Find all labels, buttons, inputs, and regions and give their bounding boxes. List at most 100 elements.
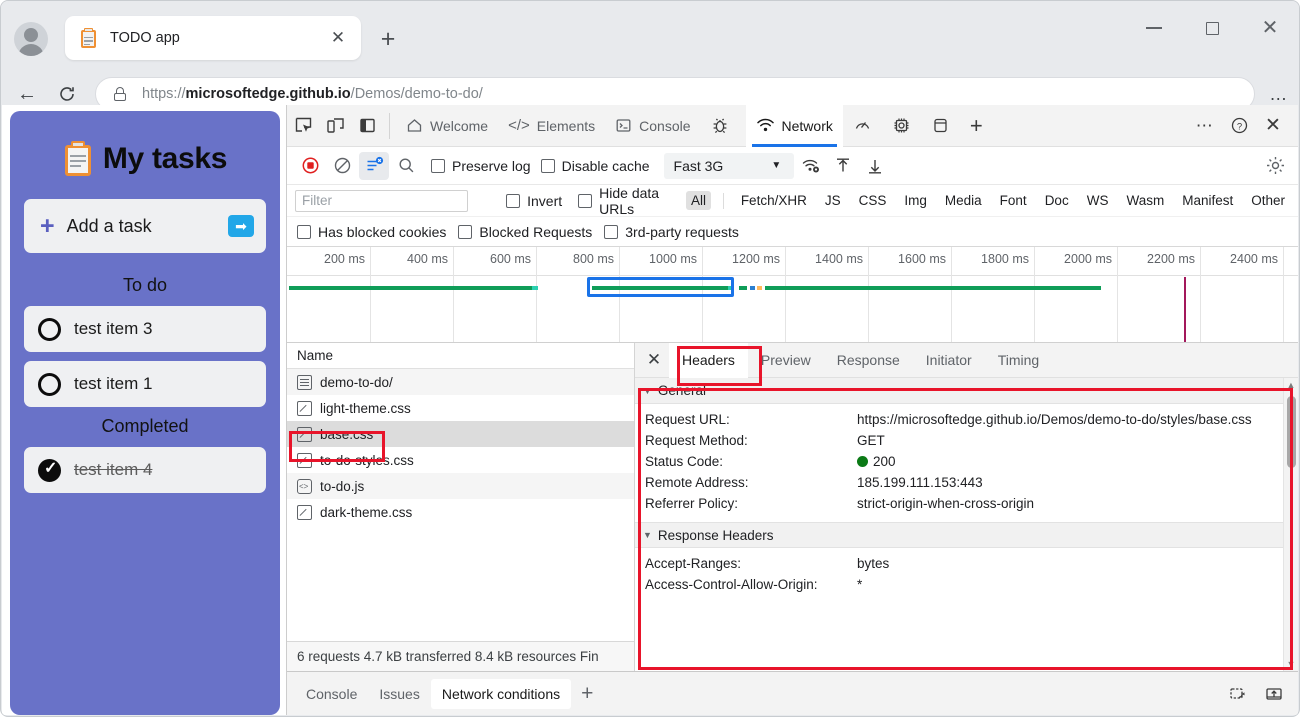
dock-drawer-icon[interactable]	[1258, 677, 1290, 711]
search-icon[interactable]	[391, 152, 421, 180]
timeline-selection-window[interactable]	[587, 277, 734, 297]
tab-headers[interactable]: Headers	[669, 342, 748, 378]
request-row-dark-theme-css[interactable]: dark-theme.css	[287, 499, 634, 525]
add-task-submit-icon[interactable]: ➡	[228, 215, 254, 237]
checkbox-icon[interactable]	[431, 158, 445, 173]
tab-application[interactable]	[921, 105, 960, 147]
filter-type-img[interactable]: Img	[899, 191, 932, 210]
section-general[interactable]: ▼ General	[635, 378, 1283, 404]
tab-elements[interactable]: </> Elements	[498, 105, 605, 147]
scroll-up-arrow-icon[interactable]: ▲	[1287, 378, 1296, 392]
request-list-column-header[interactable]: Name	[287, 343, 634, 369]
new-tab-button[interactable]: +	[371, 25, 405, 53]
filter-input[interactable]: Filter	[295, 189, 469, 212]
inspect-element-icon[interactable]	[287, 109, 319, 143]
drawer-tab-network-conditions[interactable]: Network conditions	[430, 678, 572, 709]
checkbox-icon[interactable]	[458, 224, 473, 239]
export-har-icon[interactable]	[860, 152, 890, 180]
filter-type-css[interactable]: CSS	[854, 191, 892, 210]
filter-type-js[interactable]: JS	[820, 191, 846, 210]
tab-debugger[interactable]	[701, 105, 746, 147]
request-name: dark-theme.css	[320, 504, 413, 520]
task-checkbox-icon[interactable]	[38, 317, 61, 341]
request-row-to-do-styles-css[interactable]: to-do-styles.css	[287, 447, 634, 473]
add-panel-plus-icon[interactable]: +	[960, 105, 993, 147]
request-row-light-theme-css[interactable]: light-theme.css	[287, 395, 634, 421]
request-row-base-css[interactable]: base.css	[287, 421, 634, 447]
third-party-requests-checkbox[interactable]: 3rd-party requests	[604, 224, 739, 240]
preserve-log-checkbox[interactable]: Preserve log	[431, 158, 531, 174]
record-stop-icon[interactable]	[295, 152, 325, 180]
device-toolbar-icon[interactable]	[319, 109, 351, 143]
tab-initiator[interactable]: Initiator	[913, 343, 985, 378]
request-name: light-theme.css	[320, 400, 411, 416]
filter-type-media[interactable]: Media	[940, 191, 987, 210]
scrollbar-thumb[interactable]	[1286, 396, 1296, 468]
checkbox-icon[interactable]	[297, 224, 311, 239]
tab-memory[interactable]	[882, 105, 921, 147]
filter-type-all[interactable]: All	[685, 191, 711, 210]
filter-type-manifest[interactable]: Manifest	[1177, 191, 1238, 210]
close-details-icon[interactable]: ✕	[639, 345, 669, 375]
request-row-to-do-js[interactable]: <> to-do.js	[287, 473, 634, 499]
browser-tab-strip: TODO app ✕ + ✕	[1, 1, 1299, 73]
clear-icon[interactable]	[327, 152, 357, 180]
browser-tab-todo-app[interactable]: TODO app ✕	[65, 16, 361, 60]
task-item[interactable]: test item 1	[24, 361, 266, 407]
request-row-demo-to-do[interactable]: demo-to-do/	[287, 369, 634, 395]
checkbox-icon[interactable]	[604, 224, 619, 239]
filter-type-wasm[interactable]: Wasm	[1121, 191, 1169, 210]
invert-checkbox[interactable]: Invert	[506, 193, 562, 209]
help-icon[interactable]: ?	[1222, 109, 1256, 143]
network-conditions-icon[interactable]	[796, 152, 826, 180]
filter-type-other[interactable]: Other	[1246, 191, 1290, 210]
filter-icon[interactable]	[359, 151, 389, 180]
checkbox-icon[interactable]	[540, 158, 555, 173]
checkbox-icon[interactable]	[578, 193, 593, 208]
blocked-requests-checkbox[interactable]: Blocked Requests	[458, 224, 592, 240]
tab-close-icon[interactable]: ✕	[325, 25, 351, 51]
filter-type-font[interactable]: Font	[995, 191, 1032, 210]
tab-performance[interactable]	[843, 105, 882, 147]
stylesheet-icon	[297, 504, 312, 520]
profile-avatar[interactable]	[14, 22, 48, 56]
task-item[interactable]: test item 3	[24, 306, 266, 352]
add-task-input-row[interactable]: + Add a task ➡	[24, 199, 266, 253]
task-checkbox-checked-icon[interactable]	[38, 458, 61, 482]
has-blocked-cookies-checkbox[interactable]: Has blocked cookies	[297, 224, 446, 240]
header-row-request-method: Request Method: GET	[635, 430, 1283, 451]
more-options-icon[interactable]: ⋯	[1188, 109, 1222, 143]
filter-type-ws[interactable]: WS	[1082, 191, 1114, 210]
tab-timing[interactable]: Timing	[985, 343, 1053, 378]
checkbox-icon[interactable]	[506, 193, 521, 208]
tab-response[interactable]: Response	[824, 343, 913, 378]
import-har-icon[interactable]	[828, 152, 858, 180]
restore-drawer-icon[interactable]	[1222, 677, 1254, 711]
drawer-tab-console[interactable]: Console	[295, 679, 368, 709]
drawer-add-tab-icon[interactable]: +	[571, 682, 603, 706]
section-response-headers[interactable]: ▼ Response Headers	[635, 522, 1283, 548]
drawer-tab-issues[interactable]: Issues	[368, 679, 430, 709]
details-scrollbar[interactable]: ▲ ▼	[1283, 378, 1298, 671]
close-devtools-icon[interactable]: ✕	[1256, 109, 1290, 143]
throttle-select[interactable]: Fast 3G ▼	[663, 152, 794, 179]
window-minimize-button[interactable]	[1125, 1, 1183, 55]
tab-network[interactable]: Network	[745, 104, 843, 147]
timeline-tick-label: 1000 ms	[649, 252, 697, 266]
window-close-button[interactable]: ✕	[1241, 1, 1299, 55]
scroll-down-arrow-icon[interactable]: ▼	[1287, 657, 1296, 671]
network-overview-timeline[interactable]: 200 ms 400 ms 600 ms 800 ms 1000 ms 1200…	[287, 247, 1298, 343]
settings-gear-icon[interactable]	[1260, 152, 1290, 180]
disable-cache-checkbox[interactable]: Disable cache	[540, 158, 650, 174]
tab-preview[interactable]: Preview	[748, 343, 824, 378]
dock-side-icon[interactable]	[351, 109, 383, 143]
window-maximize-button[interactable]	[1183, 1, 1241, 55]
hide-data-urls-checkbox[interactable]: Hide data URLs	[578, 185, 678, 217]
filter-type-fetch-xhr[interactable]: Fetch/XHR	[736, 191, 812, 210]
filter-type-doc[interactable]: Doc	[1040, 191, 1074, 210]
tab-console[interactable]: Console	[605, 105, 700, 147]
tab-welcome[interactable]: Welcome	[396, 105, 498, 147]
timeline-tick-label: 200 ms	[324, 252, 365, 266]
task-item-completed[interactable]: test item 4	[24, 447, 266, 493]
task-checkbox-icon[interactable]	[38, 372, 61, 396]
